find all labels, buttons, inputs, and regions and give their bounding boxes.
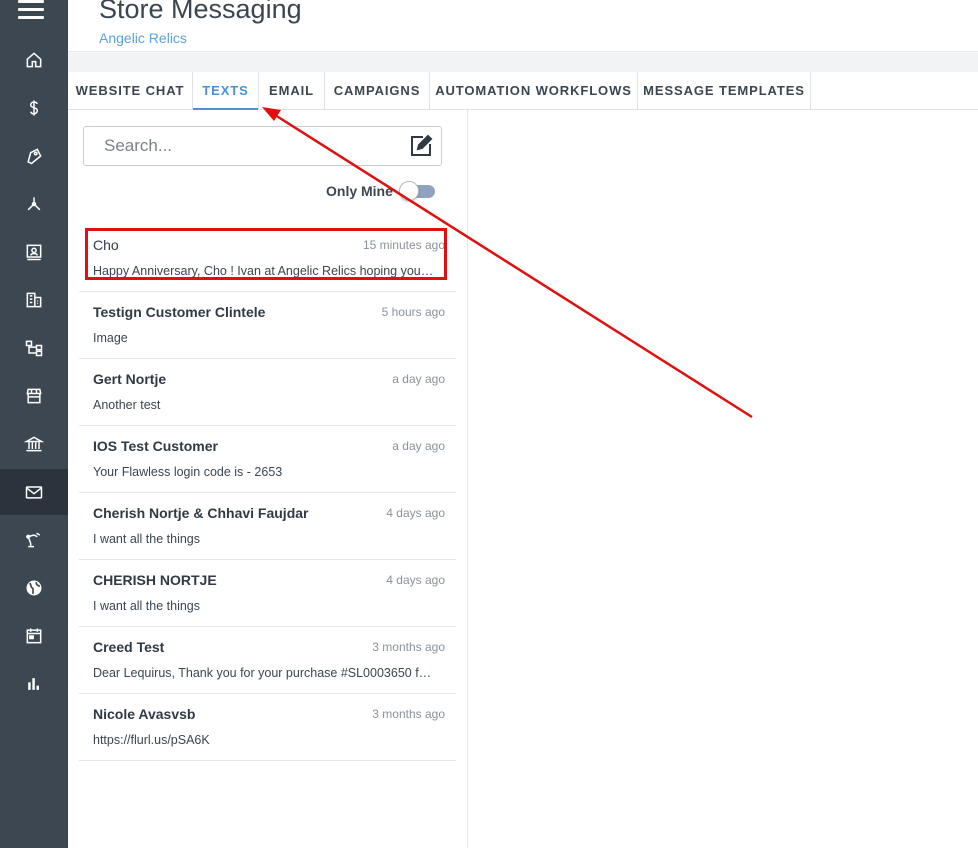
- messaging-tabs: WEBSITE CHAT TEXTS EMAIL CAMPAIGNS AUTOM…: [68, 72, 978, 111]
- building-icon: [26, 292, 42, 308]
- app-root: Store Messaging Angelic Relics WEBSITE C…: [0, 0, 978, 848]
- nav-store[interactable]: [0, 373, 68, 419]
- conversation-preview: Another test: [93, 398, 161, 412]
- calendar-icon: [26, 628, 42, 644]
- conversation-panel: Only Mine Cho 15 minutes ago Happy Anniv…: [68, 110, 468, 848]
- nav-messaging[interactable]: [0, 469, 68, 515]
- conversation-name: Creed Test: [93, 639, 165, 655]
- network-icon: [27, 197, 41, 211]
- nav-automation[interactable]: [0, 517, 68, 563]
- bank-icon: [24, 436, 44, 452]
- conversation-name: CHERISH NORTJE: [93, 572, 217, 588]
- conversation-list: Cho 15 minutes ago Happy Anniversary, Ch…: [79, 225, 456, 761]
- toggle-knob: [398, 181, 419, 201]
- nav-workflows[interactable]: [0, 325, 68, 371]
- conversation-preview: Your Flawless login code is - 2653: [93, 465, 283, 479]
- nav-finance[interactable]: [0, 421, 68, 467]
- store-name-link[interactable]: Angelic Relics: [99, 30, 187, 46]
- conversation-item[interactable]: Gert Nortje a day ago Another test: [79, 359, 456, 426]
- contact-card-icon: [26, 244, 42, 261]
- page-header: Store Messaging Angelic Relics: [68, 0, 978, 52]
- tab-message-templates[interactable]: MESSAGE TEMPLATES: [638, 72, 811, 109]
- conversation-time: 5 hours ago: [381, 305, 445, 319]
- home-icon: [26, 52, 42, 68]
- conversation-name: Cho: [93, 237, 119, 253]
- conversation-item[interactable]: Cho 15 minutes ago Happy Anniversary, Ch…: [79, 225, 456, 292]
- conversation-name: Cherish Nortje & Chhavi Faujdar: [93, 505, 309, 521]
- tab-email[interactable]: EMAIL: [259, 72, 325, 109]
- nav-sales[interactable]: [0, 85, 68, 131]
- tab-campaigns[interactable]: CAMPAIGNS: [325, 72, 430, 109]
- conversation-item[interactable]: CHERISH NORTJE 4 days ago I want all the…: [79, 560, 456, 627]
- nav-rail: [0, 0, 68, 848]
- only-mine-label: Only Mine: [326, 183, 393, 199]
- conversation-time: 15 minutes ago: [362, 238, 445, 252]
- dollar-icon: [29, 100, 39, 116]
- storefront-icon: [26, 388, 42, 404]
- conversation-name: Gert Nortje: [93, 371, 167, 387]
- nav-network[interactable]: [0, 181, 68, 227]
- conversation-item[interactable]: Cherish Nortje & Chhavi Faujdar 4 days a…: [79, 493, 456, 560]
- tab-automation-workflows[interactable]: AUTOMATION WORKFLOWS: [430, 72, 638, 109]
- conversation-time: 3 months ago: [372, 707, 445, 721]
- conversation-name: Nicole Avasvsb: [93, 706, 196, 722]
- tab-website-chat[interactable]: WEBSITE CHAT: [68, 72, 193, 109]
- hierarchy-icon: [25, 340, 43, 357]
- tag-icon: [27, 148, 42, 165]
- page-title: Store Messaging: [99, 0, 302, 24]
- conversation-time: 4 days ago: [386, 506, 445, 520]
- conversation-item[interactable]: Creed Test 3 months ago Dear Lequirus, T…: [79, 627, 456, 694]
- nav-calendar[interactable]: [0, 613, 68, 659]
- conversation-preview: Image: [93, 331, 128, 345]
- conversation-time: a day ago: [392, 439, 445, 453]
- conversation-name: Testign Customer Clintele: [93, 304, 266, 320]
- conversation-time: a day ago: [392, 372, 445, 386]
- search-input[interactable]: [85, 128, 403, 164]
- search-box: [83, 126, 442, 166]
- conversation-name: IOS Test Customer: [93, 438, 218, 454]
- mail-icon: [25, 486, 43, 499]
- conversation-preview: I want all the things: [93, 599, 201, 613]
- tab-texts[interactable]: TEXTS: [193, 72, 259, 111]
- nav-contacts[interactable]: [0, 229, 68, 275]
- conversation-preview: Happy Anniversary, Cho ! Ivan at Angelic…: [93, 264, 434, 278]
- nav-home[interactable]: [0, 37, 68, 83]
- conversation-preview: Dear Lequirus, Thank you for your purcha…: [93, 666, 432, 680]
- nav-web[interactable]: [0, 565, 68, 611]
- nav-reports[interactable]: [0, 661, 68, 707]
- conversation-item[interactable]: Nicole Avasvsb 3 months ago https://flur…: [79, 694, 456, 761]
- conversation-preview: https://flurl.us/pSA6K: [93, 733, 210, 747]
- globe-icon: [26, 580, 42, 596]
- nav-products[interactable]: [0, 133, 68, 179]
- menu-icon[interactable]: [18, 0, 44, 22]
- nav-company[interactable]: [0, 277, 68, 323]
- conversation-preview: I want all the things: [93, 532, 201, 546]
- only-mine-toggle[interactable]: [398, 181, 435, 201]
- conversation-time: 4 days ago: [386, 573, 445, 587]
- robot-arm-icon: [26, 532, 41, 548]
- bar-chart-icon: [28, 678, 39, 690]
- header-divider: [68, 53, 978, 72]
- compose-icon: [411, 134, 433, 156]
- only-mine-filter: Only Mine: [326, 181, 435, 201]
- compose-button[interactable]: [409, 134, 433, 158]
- conversation-item[interactable]: Testign Customer Clintele 5 hours ago Im…: [79, 292, 456, 359]
- conversation-time: 3 months ago: [372, 640, 445, 654]
- conversation-item[interactable]: IOS Test Customer a day ago Your Flawles…: [79, 426, 456, 493]
